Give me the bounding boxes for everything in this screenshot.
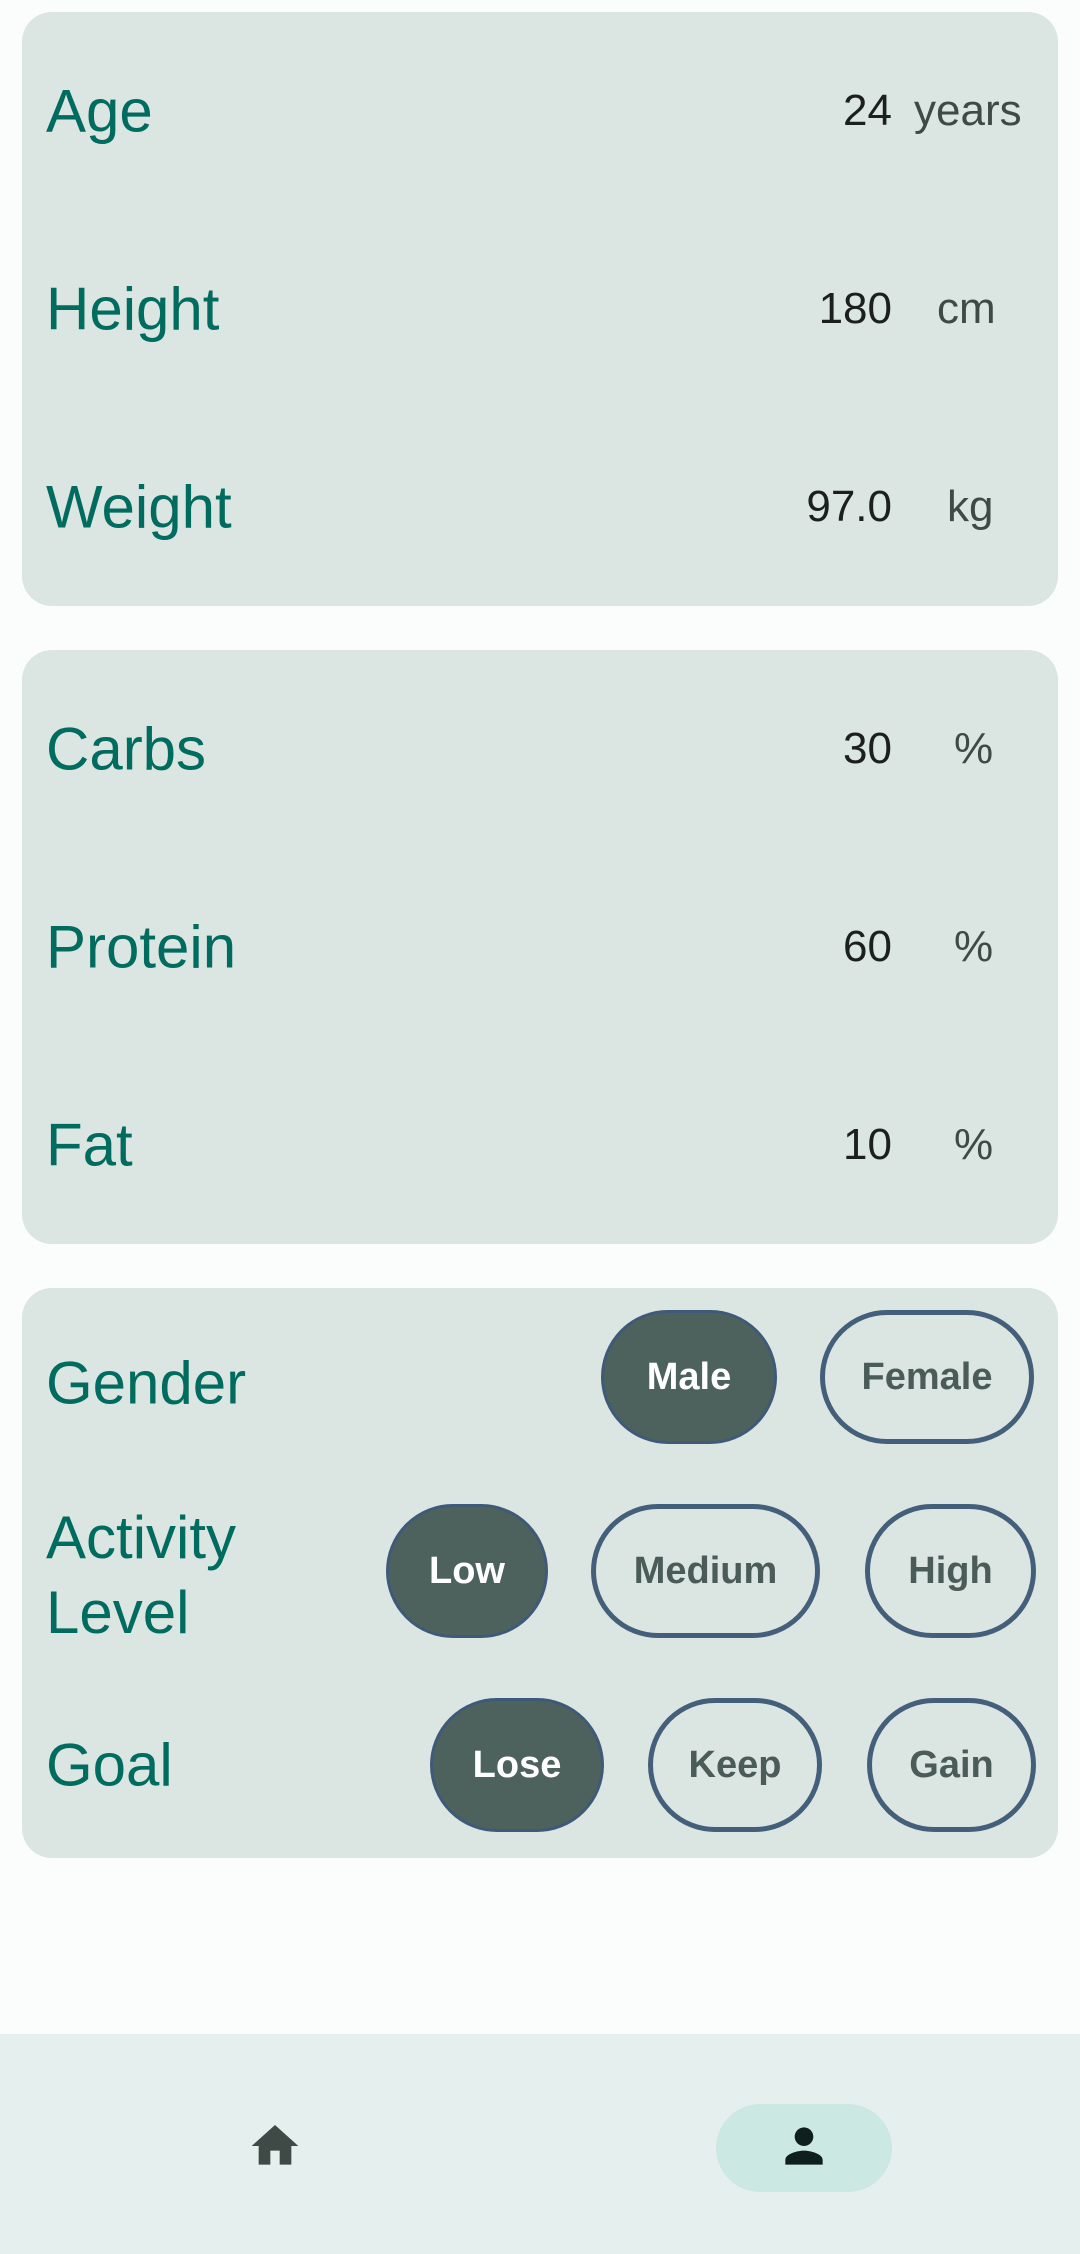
- carbs-label: Carbs: [46, 715, 207, 783]
- carbs-value[interactable]: 30: [843, 724, 892, 774]
- preferences-card: Gender Male Female Activity Level Low Me…: [22, 1288, 1058, 1858]
- goal-gain-chip[interactable]: Gain: [867, 1698, 1036, 1832]
- age-value[interactable]: 24: [843, 86, 892, 136]
- body-metrics-card: Age 24 years Height 180 cm Weight 97.0 k…: [22, 12, 1058, 606]
- goal-keep-chip[interactable]: Keep: [648, 1698, 822, 1832]
- age-label: Age: [46, 77, 153, 145]
- nav-profile[interactable]: [716, 2104, 892, 2192]
- activity-label-line2: Level: [46, 1579, 190, 1646]
- carbs-row[interactable]: Carbs 30 %: [22, 650, 1058, 848]
- carbs-unit: %: [954, 724, 994, 773]
- weight-unit: kg: [947, 482, 994, 531]
- home-icon: [247, 2118, 303, 2179]
- gender-label: Gender: [46, 1349, 247, 1417]
- weight-value[interactable]: 97.0: [806, 482, 892, 532]
- protein-unit: %: [954, 922, 994, 971]
- protein-label: Protein: [46, 913, 237, 981]
- fat-row[interactable]: Fat 10 %: [22, 1046, 1058, 1244]
- protein-value[interactable]: 60: [843, 922, 892, 972]
- gender-female-chip[interactable]: Female: [820, 1310, 1034, 1444]
- height-value[interactable]: 180: [819, 284, 892, 334]
- activity-high-chip[interactable]: High: [865, 1504, 1036, 1638]
- height-row[interactable]: Height 180 cm: [22, 210, 1058, 408]
- activity-medium-chip[interactable]: Medium: [591, 1504, 820, 1638]
- bottom-navigation-bar: [0, 2034, 1080, 2254]
- fat-label: Fat: [46, 1111, 133, 1179]
- activity-label-line1: Activity: [46, 1504, 237, 1571]
- goal-lose-chip[interactable]: Lose: [430, 1698, 604, 1832]
- fat-unit: %: [954, 1120, 994, 1169]
- weight-row[interactable]: Weight 97.0 kg: [22, 408, 1058, 606]
- activity-label: Activity Level: [46, 1500, 236, 1650]
- protein-row[interactable]: Protein 60 %: [22, 848, 1058, 1046]
- macros-card: Carbs 30 % Protein 60 % Fat 10 %: [22, 650, 1058, 1244]
- nav-home[interactable]: [187, 2104, 363, 2192]
- age-unit: years: [914, 86, 1022, 135]
- goal-row: Goal Lose Keep Gain: [22, 1672, 1058, 1858]
- age-row[interactable]: Age 24 years: [22, 12, 1058, 210]
- person-icon: [776, 2118, 832, 2179]
- goal-label: Goal: [46, 1731, 173, 1799]
- gender-row: Gender Male Female: [22, 1288, 1058, 1478]
- gender-male-chip[interactable]: Male: [601, 1310, 777, 1444]
- height-label: Height: [46, 275, 220, 343]
- activity-low-chip[interactable]: Low: [386, 1504, 548, 1638]
- weight-label: Weight: [46, 473, 232, 541]
- fat-value[interactable]: 10: [843, 1120, 892, 1170]
- height-unit: cm: [937, 284, 996, 333]
- activity-row: Activity Level Low Medium High: [22, 1478, 1058, 1672]
